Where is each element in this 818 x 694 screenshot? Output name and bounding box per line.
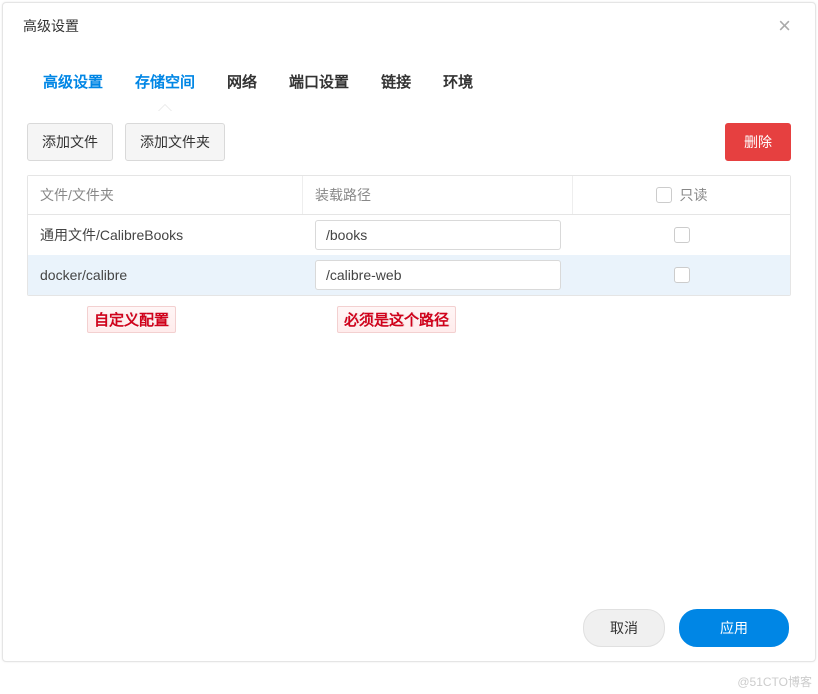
annotation-required-path: 必须是这个路径	[337, 306, 456, 333]
dialog-body: 高级设置 存储空间 网络 端口设置 链接 环境 添加文件 添加文件夹 删除 文件…	[3, 49, 815, 595]
cell-path	[303, 216, 573, 254]
table-row[interactable]: 通用文件/CalibreBooks	[28, 215, 790, 255]
add-folder-button[interactable]: 添加文件夹	[125, 123, 225, 161]
tab-ports[interactable]: 端口设置	[273, 61, 365, 104]
tab-indicator-icon	[158, 104, 172, 111]
delete-button[interactable]: 删除	[725, 123, 791, 161]
volumes-table: 文件/文件夹 装载路径 只读 通用文件/CalibreBooks docker/…	[27, 175, 791, 296]
close-icon[interactable]: ×	[774, 15, 795, 37]
th-readonly: 只读	[573, 176, 790, 214]
readonly-header-checkbox[interactable]	[656, 187, 672, 203]
tabs: 高级设置 存储空间 网络 端口设置 链接 环境	[27, 61, 791, 105]
cell-file: 通用文件/CalibreBooks	[28, 221, 303, 249]
watermark: @51CTO博客	[737, 673, 812, 690]
tab-network[interactable]: 网络	[211, 61, 273, 104]
readonly-checkbox[interactable]	[674, 227, 690, 243]
dialog-footer: 取消 应用	[3, 595, 815, 661]
mount-path-input[interactable]	[315, 220, 561, 250]
table-header: 文件/文件夹 装载路径 只读	[28, 176, 790, 215]
table-row[interactable]: docker/calibre	[28, 255, 790, 295]
mount-path-input[interactable]	[315, 260, 561, 290]
cell-readonly	[573, 223, 790, 247]
toolbar: 添加文件 添加文件夹 删除	[27, 123, 791, 161]
tab-advanced[interactable]: 高级设置	[27, 61, 119, 104]
annotation-custom-config: 自定义配置	[87, 306, 176, 333]
cell-path	[303, 256, 573, 294]
annotations: 自定义配置 必须是这个路径	[27, 306, 791, 336]
readonly-label: 只读	[680, 185, 708, 205]
cell-readonly	[573, 263, 790, 287]
readonly-checkbox[interactable]	[674, 267, 690, 283]
cell-file: docker/calibre	[28, 263, 303, 287]
tab-storage-label: 存储空间	[135, 74, 195, 91]
th-file: 文件/文件夹	[28, 176, 303, 214]
advanced-settings-dialog: 高级设置 × 高级设置 存储空间 网络 端口设置 链接 环境 添加文件 添加文件…	[2, 2, 816, 662]
dialog-title: 高级设置	[23, 16, 79, 36]
apply-button[interactable]: 应用	[679, 609, 789, 647]
cancel-button[interactable]: 取消	[583, 609, 665, 647]
dialog-header: 高级设置 ×	[3, 3, 815, 49]
tab-storage[interactable]: 存储空间	[119, 61, 211, 104]
add-file-button[interactable]: 添加文件	[27, 123, 113, 161]
th-path: 装载路径	[303, 176, 573, 214]
tab-environment[interactable]: 环境	[427, 61, 489, 104]
tab-links[interactable]: 链接	[365, 61, 427, 104]
